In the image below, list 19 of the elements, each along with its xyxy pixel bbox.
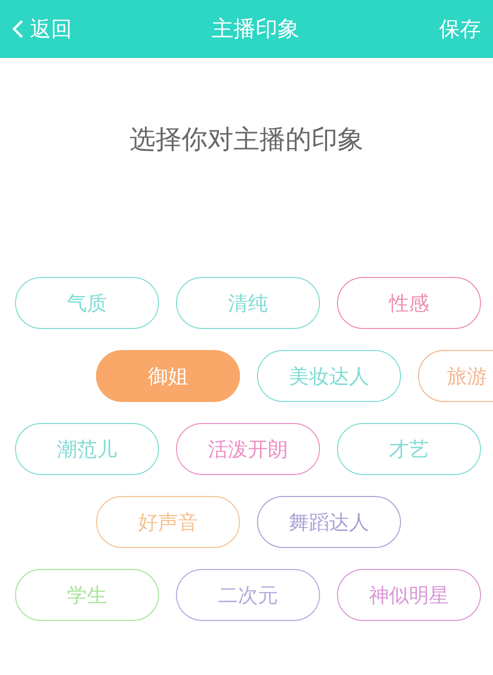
impression-tag[interactable]: 舞蹈达人 bbox=[257, 496, 401, 548]
impression-tag[interactable]: 御姐 bbox=[96, 350, 240, 402]
impression-tag[interactable]: 神似明星 bbox=[337, 569, 481, 621]
impression-tag[interactable]: 二次元 bbox=[176, 569, 320, 621]
impression-tag[interactable]: 性感 bbox=[337, 277, 481, 329]
impression-tag[interactable]: 清纯 bbox=[176, 277, 320, 329]
save-button[interactable]: 保存 bbox=[439, 15, 481, 43]
impression-tag[interactable]: 活泼开朗 bbox=[176, 423, 320, 475]
back-button[interactable]: 返回 bbox=[12, 15, 72, 43]
impression-tag[interactable]: 学生 bbox=[15, 569, 159, 621]
impression-tag[interactable]: 好声音 bbox=[96, 496, 240, 548]
impression-tag[interactable]: 潮范儿 bbox=[15, 423, 159, 475]
prompt-text: 选择你对主播的印象 bbox=[128, 124, 364, 157]
chevron-left-icon bbox=[12, 19, 24, 39]
page-title: 主播印象 bbox=[212, 16, 300, 44]
impression-tag[interactable]: 才艺 bbox=[337, 423, 481, 475]
impression-tag[interactable]: 美妆达人 bbox=[257, 350, 401, 402]
impression-tag[interactable]: 旅游 bbox=[418, 350, 493, 402]
impression-tag[interactable]: 气质 bbox=[15, 277, 159, 329]
